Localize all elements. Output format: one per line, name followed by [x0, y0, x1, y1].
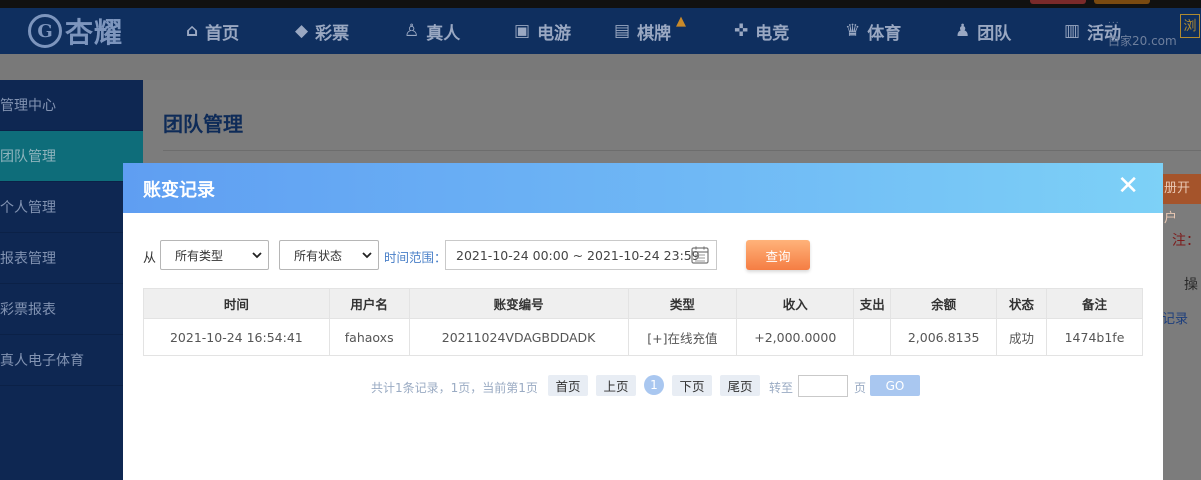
nav-label: 体育	[867, 23, 902, 44]
top-chip	[1030, 0, 1086, 4]
records-table: 时间 用户名 账变编号 类型 收入 支出 余额 状态 备注 2021-10-24…	[143, 288, 1143, 356]
divider	[163, 150, 1201, 151]
modal-header: 账变记录 ✕	[123, 163, 1163, 213]
col-header-status: 状态	[996, 288, 1048, 319]
cell-type: [+]在线充值	[627, 318, 738, 356]
nav-item-home[interactable]: ⌂ 首页	[186, 8, 239, 54]
page-unit-label: 页	[854, 381, 867, 395]
nav-item-lottery[interactable]: ◆ 彩票	[295, 8, 349, 54]
filter-bar: 从 所有类型 所有状态 时间范围： 2021-10-24 00:00 ~ 202…	[143, 240, 1143, 270]
nav-item-sports[interactable]: ♛ 体育	[845, 8, 901, 54]
nav-label: 团队	[977, 23, 1012, 44]
nav-label: 真人	[426, 23, 461, 44]
query-button[interactable]: 查询	[746, 240, 810, 270]
nav-item-esports[interactable]: ✜ 电竞	[734, 8, 789, 54]
nav-label: 电游	[537, 23, 572, 44]
prev-page-button[interactable]: 上页	[596, 375, 636, 396]
sidebar-item-admin-center[interactable]: 管理中心	[0, 80, 143, 131]
cell-expense	[853, 318, 892, 356]
col-header-username: 用户名	[328, 288, 410, 319]
nav-item-cards[interactable]: ▤ 棋牌	[614, 8, 671, 54]
record-link[interactable]: 记录	[1162, 308, 1188, 327]
nav-label: 棋牌	[637, 23, 672, 44]
col-header-remark: 备注	[1046, 288, 1143, 319]
cell-status: 成功	[996, 318, 1048, 356]
note-label: 注：	[1172, 233, 1200, 249]
logo-text: 杏耀	[65, 16, 124, 49]
top-chip	[1094, 0, 1150, 4]
date-range-value: 2021-10-24 00:00 ~ 2021-10-24 23:59	[456, 247, 700, 263]
cell-balance: 2,006.8135	[890, 318, 998, 356]
type-select-value: 所有类型	[175, 248, 224, 263]
site-logo[interactable]: G 杏耀	[28, 11, 123, 51]
table-header-row: 时间 用户名 账变编号 类型 收入 支出 余额 状态 备注	[143, 288, 1143, 319]
table-row: 2021-10-24 16:54:41 fahaoxs 20211024VDAG…	[143, 318, 1143, 356]
cell-income: +2,000.0000	[736, 318, 855, 356]
nav-label: 彩票	[315, 23, 350, 44]
gamepad-icon: ✜	[734, 21, 749, 41]
lottery-icon: ◆	[295, 21, 309, 41]
watermark-box: 浏	[1180, 14, 1200, 38]
nav-item-slot[interactable]: ▣ 电游	[514, 8, 571, 54]
col-header-expense: 支出	[853, 288, 892, 319]
status-select[interactable]: 所有状态	[279, 240, 379, 270]
sidebar: 管理中心 团队管理 个人管理 报表管理 彩票报表 真人电子体育	[0, 80, 143, 480]
live-icon: ♙	[404, 21, 420, 41]
account-change-modal: 账变记录 ✕ 从 所有类型 所有状态 时间范围： 2021-10-24 00:0…	[123, 163, 1163, 480]
sidebar-item-live-sports[interactable]: 真人电子体育	[0, 335, 143, 386]
operation-header: 操	[1184, 277, 1198, 293]
current-page-indicator[interactable]: 1	[644, 375, 664, 395]
nav-item-team[interactable]: ♟ 团队	[955, 8, 1011, 54]
sidebar-item-personal[interactable]: 个人管理	[0, 182, 143, 233]
gift-icon: ▥	[1064, 21, 1081, 41]
next-page-button[interactable]: 下页	[672, 375, 712, 396]
logo-mark-icon: G	[28, 14, 62, 48]
sidebar-item-reports[interactable]: 报表管理	[0, 233, 143, 284]
from-label: 从	[143, 251, 157, 266]
main-navbar: G 杏耀 ⌂ 首页 ◆ 彩票 ♙ 真人 ▣ 电游 ▤ 棋牌 ▲ ✜ 电竞 ♛ 体…	[0, 8, 1201, 54]
pagination-summary: 共计1条记录，1页，当前第1页	[371, 381, 538, 395]
nav-label: 首页	[205, 23, 240, 44]
home-icon: ⌂	[186, 21, 199, 41]
pagination: 共计1条记录，1页，当前第1页 首页 上页 1 下页 尾页 转至 页 GO	[123, 375, 1163, 397]
time-range-label: 时间范围：	[384, 250, 447, 265]
hot-badge-icon: ▲	[676, 14, 686, 29]
top-strip	[0, 0, 1201, 8]
register-account-button[interactable]: 册开户	[1162, 174, 1201, 226]
col-header-time: 时间	[143, 288, 330, 319]
page-number-input[interactable]	[798, 375, 848, 397]
date-range-input[interactable]: 2021-10-24 00:00 ~ 2021-10-24 23:59	[445, 240, 717, 270]
calendar-icon[interactable]	[690, 245, 710, 265]
slot-icon: ▣	[514, 21, 531, 41]
col-header-change-id: 账变编号	[408, 288, 629, 319]
chevron-down-icon	[252, 252, 262, 259]
last-page-button[interactable]: 尾页	[720, 375, 760, 396]
modal-title: 账变记录	[143, 180, 215, 201]
first-page-button[interactable]: 首页	[548, 375, 588, 396]
sidebar-item-lottery-reports[interactable]: 彩票报表	[0, 284, 143, 335]
type-select[interactable]: 所有类型	[160, 240, 269, 270]
go-button[interactable]: GO	[870, 375, 920, 396]
team-icon: ♟	[955, 21, 971, 41]
goto-label: 转至	[769, 381, 794, 395]
cell-remark: 1474b1fe	[1046, 318, 1143, 356]
cards-icon: ▤	[614, 21, 631, 41]
chevron-down-icon	[362, 252, 372, 259]
col-header-income: 收入	[736, 288, 855, 319]
trophy-icon: ♛	[845, 21, 861, 41]
col-header-type: 类型	[627, 288, 738, 319]
cell-username: fahaoxs	[328, 318, 410, 356]
cell-change-id: 20211024VDAGBDDADK	[408, 318, 629, 356]
nav-item-live[interactable]: ♙ 真人	[404, 8, 460, 54]
col-header-balance: 余额	[890, 288, 998, 319]
cell-time: 2021-10-24 16:54:41	[143, 318, 330, 356]
page-title: 团队管理	[163, 112, 243, 136]
sidebar-item-team-management[interactable]: 团队管理	[0, 131, 143, 182]
close-icon[interactable]: ✕	[1117, 171, 1139, 201]
status-select-value: 所有状态	[294, 248, 343, 263]
nav-label: 电竞	[755, 23, 790, 44]
